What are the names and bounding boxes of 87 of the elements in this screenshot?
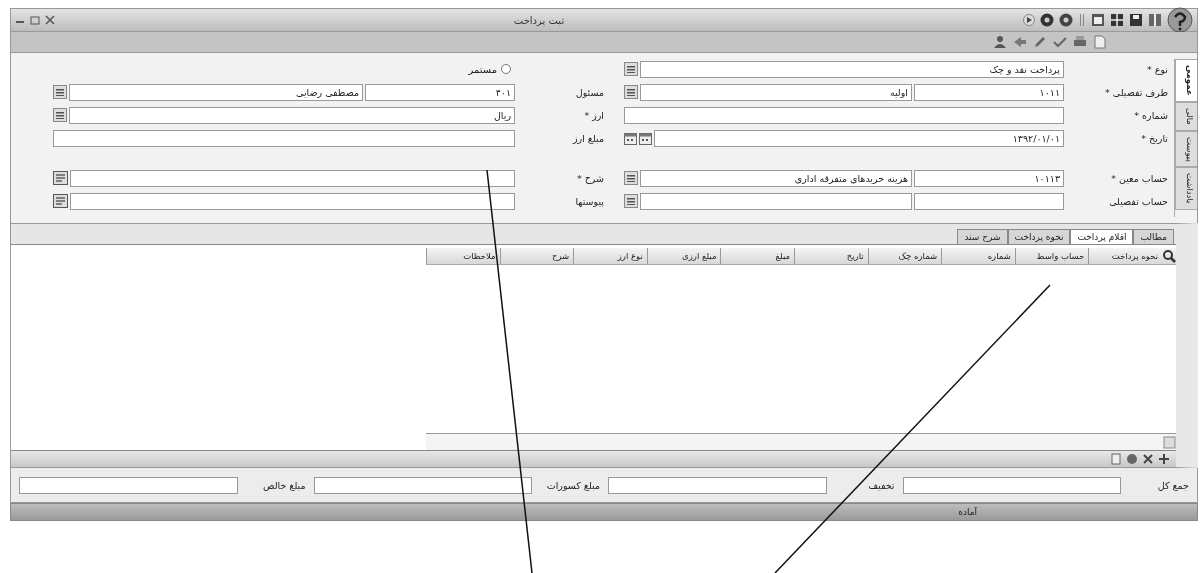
tab[interactable]: اقلام پرداخت xyxy=(1070,229,1134,244)
add-icon[interactable] xyxy=(1158,453,1170,465)
field-label: شرح * xyxy=(575,172,605,184)
window-title: ثبت پرداخت xyxy=(512,14,566,26)
column-header[interactable]: مبلغ xyxy=(720,248,795,264)
side-tab[interactable]: عمومی xyxy=(1175,59,1197,102)
column-header[interactable]: ملاحظات xyxy=(426,248,500,264)
arrow-icon[interactable] xyxy=(1013,35,1027,49)
tab[interactable]: نحوه پرداخت xyxy=(1007,229,1071,244)
input-field[interactable]: مصطفی رضایی xyxy=(69,83,363,101)
close-icon[interactable] xyxy=(1142,453,1154,465)
lookup-icon[interactable] xyxy=(624,171,638,185)
input-field[interactable]: اولیه xyxy=(640,83,912,101)
separator-icon xyxy=(1078,13,1086,27)
input-field[interactable] xyxy=(313,476,532,494)
input-field[interactable]: ریال xyxy=(69,106,515,124)
column-header[interactable]: تاریخ xyxy=(794,248,868,264)
field-label: شماره * xyxy=(1133,109,1169,121)
field-label: حساب تفصیلی xyxy=(1108,195,1169,207)
attach-icon[interactable] xyxy=(53,194,68,208)
tab[interactable]: مطالب xyxy=(1133,229,1174,244)
lookup-icon[interactable] xyxy=(53,108,67,122)
field-label: مبلغ ارز xyxy=(571,132,605,144)
field-label: ارز * xyxy=(583,109,605,121)
lookup-icon[interactable] xyxy=(624,194,638,208)
printer-icon[interactable] xyxy=(1073,35,1087,49)
lookup-icon[interactable] xyxy=(624,85,638,99)
input-field[interactable] xyxy=(53,129,515,147)
input-field[interactable] xyxy=(624,106,1064,124)
column-header[interactable]: حساب واسط xyxy=(1014,248,1089,264)
field-label: تخفیف xyxy=(867,479,895,491)
input-field[interactable]: ۱۰۱۱۳ xyxy=(914,169,1064,187)
input-field[interactable]: پرداخت نقد و چک xyxy=(640,60,1064,78)
input-field[interactable] xyxy=(70,169,515,187)
column-header[interactable]: نحوه پرداخت xyxy=(1088,248,1162,264)
play-icon[interactable] xyxy=(1023,14,1035,26)
column-header[interactable]: نوع ارز xyxy=(573,248,647,264)
input-field[interactable]: ۱۳۹۲/۰۱/۰۱ xyxy=(654,129,1064,147)
input-field[interactable] xyxy=(640,192,912,210)
document-icon[interactable] xyxy=(1093,35,1107,49)
side-tab[interactable]: یادداشت xyxy=(1175,167,1197,210)
field-label: طرف تفصیلی * xyxy=(1103,86,1169,98)
field-label: مبلغ کسورات xyxy=(545,479,600,491)
disc-icon[interactable] xyxy=(1126,453,1138,465)
side-tab[interactable]: پیوست xyxy=(1175,130,1197,168)
check-icon[interactable] xyxy=(1053,35,1067,49)
field-label: حساب معین * xyxy=(1110,172,1169,184)
attach-icon[interactable] xyxy=(53,171,68,185)
tab[interactable]: شرح سند xyxy=(957,229,1008,244)
column-header[interactable]: شماره چک xyxy=(867,248,942,264)
input-field[interactable]: ۱۰۱۱ xyxy=(914,83,1064,101)
window-icon[interactable] xyxy=(1091,13,1105,27)
disc-icon[interactable] xyxy=(1059,13,1073,27)
input-field[interactable] xyxy=(70,192,515,210)
restore-icon[interactable] xyxy=(30,15,40,25)
column-header[interactable]: شماره xyxy=(941,248,1015,264)
save-icon[interactable] xyxy=(1129,13,1143,27)
user-icon[interactable] xyxy=(993,35,1007,49)
input-field[interactable] xyxy=(914,192,1064,210)
search-icon[interactable] xyxy=(1162,249,1176,263)
field-label: نوع * xyxy=(1146,63,1169,75)
input-field[interactable] xyxy=(608,476,827,494)
status-text: آماده xyxy=(958,507,977,517)
field-label: مبلغ خالص xyxy=(262,479,306,491)
document-icon[interactable] xyxy=(1110,453,1122,465)
input-field[interactable] xyxy=(19,476,238,494)
input-field[interactable]: هزینه خریدهای متفرقه اداری xyxy=(640,169,912,187)
field-label: مسئول xyxy=(574,86,605,98)
column-header[interactable]: شرح xyxy=(499,248,574,264)
field-label: تاریخ * xyxy=(1140,132,1169,144)
lookup-icon[interactable] xyxy=(53,85,67,99)
field-label: پیوستها xyxy=(574,195,605,207)
field-label: جمع کل xyxy=(1156,479,1189,491)
checkbox-label: مستمر xyxy=(468,63,497,75)
column-header[interactable]: مبلغ ارزی xyxy=(646,248,721,264)
calendar-icon[interactable] xyxy=(639,131,652,145)
input-field[interactable]: ۴۰۱ xyxy=(365,83,515,101)
calendar-icon[interactable] xyxy=(624,131,637,145)
close-icon[interactable] xyxy=(45,15,55,25)
input-field[interactable] xyxy=(902,476,1121,494)
grid-icon[interactable] xyxy=(1110,13,1124,27)
pencil-icon[interactable] xyxy=(1033,35,1047,49)
side-tab[interactable]: مالی xyxy=(1175,101,1197,131)
lookup-icon[interactable] xyxy=(624,62,638,76)
help-icon[interactable] xyxy=(1167,7,1193,33)
checkbox[interactable] xyxy=(501,64,511,74)
disc-icon[interactable] xyxy=(1040,13,1054,27)
